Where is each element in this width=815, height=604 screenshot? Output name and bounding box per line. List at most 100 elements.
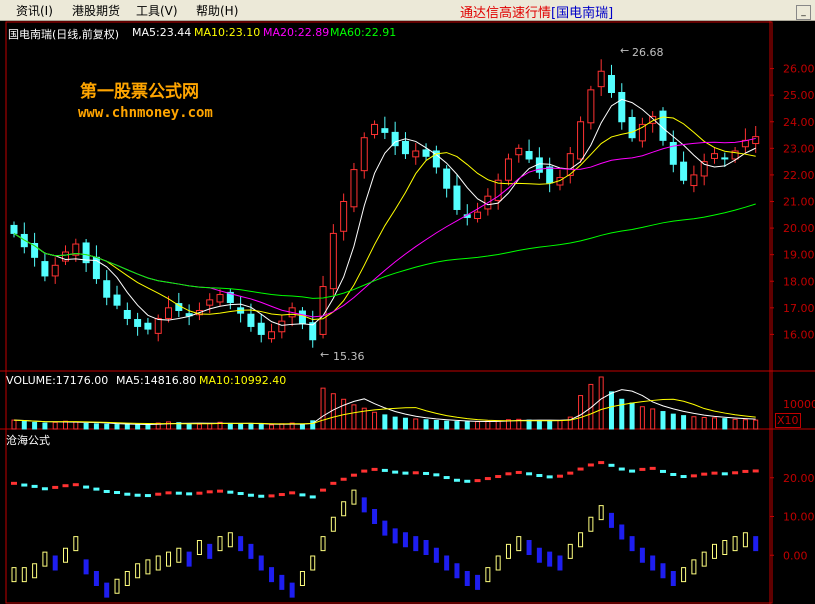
menu-info[interactable]: 资讯(I) — [16, 2, 53, 19]
indicator-upper-mark — [464, 479, 471, 483]
candle — [752, 136, 760, 145]
indicator-bar — [732, 536, 738, 552]
indicator-bar — [42, 551, 48, 567]
indicator-bar — [330, 516, 336, 532]
volume-bar — [402, 417, 408, 430]
indicator-upper-mark — [639, 467, 646, 471]
candle — [443, 168, 451, 189]
indicator-bar — [83, 559, 89, 575]
candle — [41, 261, 49, 277]
candle — [607, 74, 615, 94]
menu-tools[interactable]: 工具(V) — [136, 2, 178, 19]
volume-bar — [722, 418, 728, 430]
volume-bar — [372, 411, 378, 430]
price-tick-label: 19.00 — [783, 249, 815, 262]
price-tick-label: 24.00 — [783, 116, 815, 129]
indicator-bar — [639, 547, 645, 563]
indicator-bar — [166, 551, 172, 567]
market-title: 通达信高速行情[国电南瑞] — [460, 2, 613, 21]
indicator-bar — [269, 567, 275, 583]
indicator-upper-mark — [423, 471, 430, 475]
indicator-upper-mark — [72, 483, 79, 487]
candle — [206, 299, 214, 306]
indicator-upper-mark — [309, 495, 316, 499]
volume-bar — [93, 423, 99, 430]
indicator-upper-mark — [742, 469, 749, 473]
price-tick-label: 22.00 — [783, 169, 815, 182]
indicator-bar — [392, 528, 398, 544]
volume-bar — [701, 416, 707, 430]
volume-bar — [742, 419, 748, 430]
candle — [247, 313, 255, 327]
indicator-bar — [402, 532, 408, 548]
volume-bar — [495, 420, 501, 430]
volume-bar — [732, 418, 738, 430]
indicator-upper-mark — [134, 493, 141, 497]
indicator-bar — [629, 536, 635, 552]
volume-bar — [413, 418, 419, 430]
indicator-bar — [753, 536, 759, 552]
indicator-bar — [701, 551, 707, 567]
minimize-icon[interactable]: _ — [796, 5, 811, 20]
candle — [154, 317, 162, 334]
indicator-upper-mark — [721, 472, 728, 476]
candle — [165, 307, 173, 319]
volume-bar — [42, 422, 48, 430]
ma60-label: MA60:22.91 — [330, 26, 397, 39]
indicator-upper-mark — [567, 471, 574, 475]
candle — [134, 319, 142, 327]
indicator-bar — [93, 571, 99, 586]
indicator-bar — [660, 563, 666, 579]
candle — [690, 174, 698, 187]
indicator-upper-mark — [515, 470, 522, 474]
candle — [371, 123, 379, 136]
window-controls: _ — [794, 3, 811, 20]
volume-bar — [598, 376, 604, 430]
volume-bar — [186, 423, 192, 430]
candle — [401, 140, 409, 155]
menu-hk-futures[interactable]: 港股期货 — [72, 2, 120, 19]
indicator-bar — [382, 520, 388, 536]
indicator-upper-mark — [330, 481, 337, 485]
indicator-bar — [11, 567, 17, 583]
volume-bar — [650, 408, 656, 430]
volume-bar — [475, 421, 481, 430]
watermark-title: 第一股票公式网 — [80, 82, 199, 102]
indicator-upper-mark — [381, 468, 388, 472]
indicator-upper-mark — [670, 472, 677, 476]
indicator-upper-mark — [443, 476, 450, 480]
indicator-upper-mark — [433, 473, 440, 477]
candle — [710, 153, 718, 159]
indicator-bar — [52, 555, 58, 571]
indicator-upper-mark — [278, 493, 285, 497]
indicator-upper-mark — [526, 472, 533, 476]
indicator-upper-mark — [83, 485, 90, 489]
indicator-upper-mark — [752, 469, 759, 473]
menu-help[interactable]: 帮助(H) — [196, 2, 238, 19]
indicator-upper-mark — [258, 494, 265, 498]
indicator-bar — [516, 536, 522, 552]
candle — [680, 161, 688, 181]
volume-bar — [691, 416, 697, 430]
indicator-upper-mark — [732, 471, 739, 475]
candle — [618, 92, 626, 123]
price-tick-label: 20.00 — [783, 222, 815, 235]
indicator-upper-mark — [196, 491, 203, 495]
volume-bar — [227, 422, 233, 430]
indicator-upper-mark — [392, 470, 399, 474]
indicator-bar — [691, 559, 697, 575]
volume-bar — [526, 419, 532, 430]
indicator-bar — [372, 509, 378, 524]
indicator-upper-mark — [289, 491, 296, 495]
volume-bar — [392, 416, 398, 430]
indicator-upper-mark — [484, 477, 491, 481]
price-tick-label: 21.00 — [783, 196, 815, 209]
indicator-upper-mark — [247, 493, 254, 497]
indicator-bar — [186, 551, 192, 567]
candle — [10, 224, 18, 234]
indicator-bar — [670, 571, 676, 586]
indicator-bar — [547, 551, 553, 567]
indicator-bar — [361, 497, 367, 513]
indicator-bar — [310, 555, 316, 571]
price-tick-label: 17.00 — [783, 302, 815, 315]
